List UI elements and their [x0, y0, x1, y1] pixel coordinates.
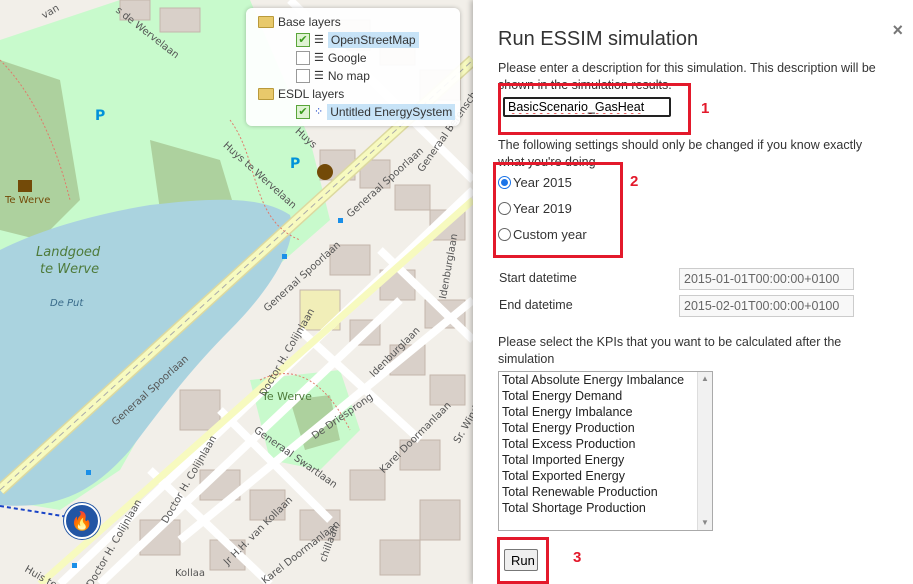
- gas-heater-icon[interactable]: 🔥: [64, 503, 100, 539]
- radio-year-2015[interactable]: Year 2015: [498, 175, 572, 190]
- end-datetime-label: End datetime: [499, 298, 573, 312]
- radio-label: Custom year: [513, 227, 587, 242]
- layer-label: OpenStreetMap: [327, 32, 419, 48]
- map-label: te Werve: [40, 262, 100, 277]
- map-label: Landgoed: [36, 245, 101, 260]
- map-view[interactable]: P P 🔥 Te Werve Landgoed te Werve De Put …: [0, 0, 473, 584]
- layers-icon: ☰: [314, 34, 324, 46]
- layer-item-openstreetmap[interactable]: ✔ ☰ OpenStreetMap: [296, 32, 419, 48]
- radio-year-2019[interactable]: Year 2019: [498, 201, 572, 216]
- start-datetime-label: Start datetime: [499, 271, 577, 285]
- layers-icon: ☰: [314, 70, 324, 82]
- kpi-prompt: Please select the KPIs that you want to …: [498, 335, 842, 366]
- map-label: Kollaa: [175, 568, 205, 579]
- base-layers-label: Base layers: [278, 15, 341, 29]
- end-datetime-input[interactable]: [679, 295, 854, 317]
- radio-label: Year 2019: [513, 201, 572, 216]
- radio-button[interactable]: [498, 202, 511, 215]
- kpi-option[interactable]: Total Imported Energy: [499, 452, 712, 468]
- kpi-option[interactable]: Total Energy Imbalance: [499, 404, 712, 420]
- energy-system-icon: ⁘: [314, 106, 324, 118]
- close-icon[interactable]: ×: [892, 20, 903, 41]
- layer-control-panel: Base layers ✔ ☰ OpenStreetMap ☰ Google ☰…: [246, 8, 460, 126]
- kpi-option[interactable]: Total Excess Production: [499, 436, 712, 452]
- checkbox-checked-icon[interactable]: ✔: [296, 105, 310, 119]
- annotation-marker-2: 2: [630, 173, 639, 190]
- layers-icon: ☰: [314, 52, 324, 64]
- start-datetime-input[interactable]: [679, 268, 854, 290]
- folder-icon: [258, 16, 274, 28]
- annotation-marker-3: 3: [573, 549, 582, 566]
- radio-button[interactable]: [498, 228, 511, 241]
- dialog-title: Run ESSIM simulation: [498, 28, 699, 50]
- svg-text:P: P: [290, 156, 300, 172]
- checkbox-checked-icon[interactable]: ✔: [296, 33, 310, 47]
- folder-icon: [258, 88, 274, 100]
- kpi-option[interactable]: Total Energy Demand: [499, 388, 712, 404]
- checkbox-icon[interactable]: [296, 69, 310, 83]
- layer-item-no-map[interactable]: ☰ No map: [296, 68, 370, 84]
- annotation-marker-1: 1: [701, 100, 710, 117]
- kpi-option[interactable]: Total Energy Production: [499, 420, 712, 436]
- layer-label: No map: [327, 69, 370, 83]
- layer-label: Google: [327, 51, 367, 65]
- checkbox-icon[interactable]: [296, 51, 310, 65]
- radio-label: Year 2015: [513, 175, 572, 190]
- map-label: Te Werve: [5, 195, 51, 206]
- esdl-layers-group[interactable]: ESDL layers: [258, 86, 344, 102]
- kpi-select-list[interactable]: Total Absolute Energy Imbalance Total En…: [498, 371, 713, 531]
- radio-custom-year[interactable]: Custom year: [498, 227, 587, 242]
- base-layers-group[interactable]: Base layers: [258, 14, 341, 30]
- map-label: Te Werve: [262, 390, 312, 403]
- kpi-option[interactable]: Total Renewable Production: [499, 484, 712, 500]
- essim-dialog: × Run ESSIM simulation Please enter a de…: [473, 0, 913, 584]
- layer-item-google[interactable]: ☰ Google: [296, 50, 367, 66]
- scroll-up-icon[interactable]: ▲: [698, 372, 712, 386]
- scroll-down-icon[interactable]: ▼: [698, 516, 712, 530]
- layer-item-energysystem[interactable]: ✔ ⁘ Untitled EnergySystem: [296, 104, 456, 120]
- kpi-scrollbar[interactable]: ▲ ▼: [697, 372, 712, 530]
- layer-label: Untitled EnergySystem: [327, 104, 456, 120]
- kpi-option[interactable]: Total Exported Energy: [499, 468, 712, 484]
- kpi-option[interactable]: Total Absolute Energy Imbalance: [499, 372, 712, 388]
- radio-button-checked[interactable]: [498, 176, 511, 189]
- annotation-box-3: [497, 537, 549, 584]
- annotation-box-1: [498, 83, 691, 135]
- svg-text:P: P: [95, 108, 105, 124]
- map-label: De Put: [50, 298, 84, 309]
- esdl-layers-label: ESDL layers: [278, 87, 345, 101]
- kpi-option[interactable]: Total Shortage Production: [499, 500, 712, 516]
